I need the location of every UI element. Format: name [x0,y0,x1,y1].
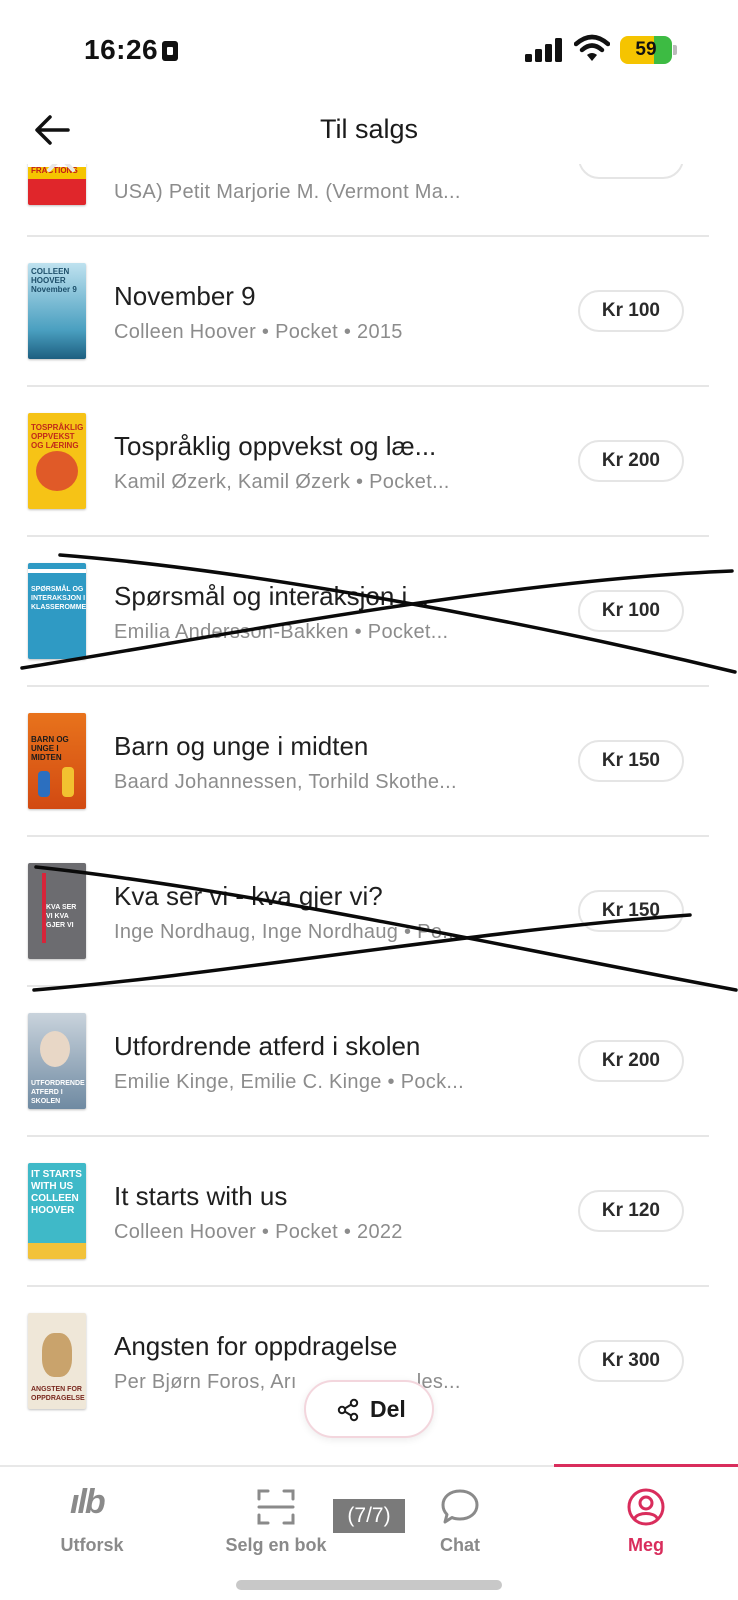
bottom-nav: ılb Utforsk Selg en bok Chat Meg (7/7) [0,1464,738,1600]
book-cover: KVA SER VI KVA GJER VI [28,863,86,959]
book-title: Angsten for oppdragelse [114,1331,398,1361]
page-header: Til salgs [0,100,738,164]
status-time-text: 16:26 [84,34,159,65]
cellular-signal-icon [525,38,562,62]
book-cover: COLLEEN HOOVER November 9 [28,263,86,359]
book-cover: SPØRSMÅL OG INTERAKSJON I KLASSEROMMET [28,563,86,659]
list-item[interactable]: UTFORDRENDE ATFERD I SKOLEN Utfordrende … [0,987,738,1140]
status-time: 16:26 [84,34,179,66]
cover-text: BARN OG UNGE I MIDTEN [31,735,69,762]
battery-nub [673,45,677,55]
price-badge[interactable]: Kr 200 [577,1040,684,1082]
list-item[interactable]: COLLEEN HOOVER November 9 November 9 Col… [0,237,738,390]
page-counter: (7/7) [333,1499,405,1533]
nav-label: Chat [440,1535,480,1555]
list-item[interactable]: SPØRSMÅL OG INTERAKSJON I KLASSEROMMET S… [0,537,738,690]
cover-text: KVA SER VI KVA GJER VI [46,904,77,929]
book-title: Spørsmål og interaksjon i... [114,581,430,611]
cover-text: TOSPRÅKLIG OPPVEKST OG LÆRING [31,423,84,450]
list-item[interactable]: KVA SER VI KVA GJER VI Kva ser vi - kva … [0,837,738,990]
book-title: November 9 [114,281,256,311]
book-cover: TOSPRÅKLIG OPPVEKST OG LÆRING [28,413,86,509]
book-title: Utfordrende atferd i skolen [114,1031,421,1061]
cover-text: UTFORDRENDE ATFERD I SKOLEN [31,1080,85,1105]
book-meta: Inge Nordhaug, Inge Nordhaug • Po... [114,921,460,943]
profile-icon [627,1488,665,1526]
book-cover: UTFORDRENDE ATFERD I SKOLEN [28,1013,86,1109]
book-cover: BARN OG UNGE I MIDTEN [28,713,86,809]
list-item[interactable]: BARN OG UNGE I MIDTEN Barn og unge i mid… [0,687,738,840]
price-badge[interactable]: Kr 100 [577,590,684,632]
nav-label: Utforsk [60,1535,124,1555]
book-meta: Baard Johannessen, Torhild Skothe... [114,771,457,793]
home-indicator[interactable] [236,1580,502,1590]
book-meta: Emilie Kinge, Emilie C. Kinge • Pock... [114,1071,464,1093]
list-item[interactable]: IT STARTS WITH US COLLEEN HOOVER It star… [0,1137,738,1290]
nav-label: Selg en bok [225,1535,327,1555]
cover-text: COLLEEN HOOVER November 9 [31,267,77,294]
book-meta: Emilia Andersson-Bakken • Pocket... [114,621,449,643]
price-badge[interactable]: Kr 150 [577,740,684,782]
status-bar: 16:26 59 [0,0,738,100]
nav-label: Meg [628,1535,664,1555]
list-item[interactable]: TOSPRÅKLIG OPPVEKST OG LÆRING Tospråklig… [0,387,738,540]
cover-text: IT STARTS WITH US COLLEEN HOOVER [31,1169,82,1216]
book-title: It starts with us [114,1181,288,1211]
nav-item-utforsk[interactable]: ılb Utforsk [0,1467,184,1567]
cover-text: SPØRSMÅL OG INTERAKSJON I KLASSEROMMET [31,586,86,611]
book-meta: Colleen Hoover • Pocket • 2022 [114,1221,403,1243]
book-cover: IT STARTS WITH US COLLEEN HOOVER [28,1163,86,1259]
price-badge[interactable]: Kr 100 [577,290,684,332]
book-title: Barn og unge i midten [114,731,369,761]
chat-bubble-icon [441,1489,479,1524]
price-badge[interactable]: Kr 300 [577,1340,684,1382]
scan-icon [257,1489,295,1525]
cover-text: ANGSTEN FOR OPPDRAGELSE [31,1386,85,1402]
nav-item-meg[interactable]: Meg [554,1467,738,1567]
book-meta: Colleen Hoover • Pocket • 2015 [114,321,403,343]
battery-level: 59 [635,39,657,60]
list-item[interactable]: ON FRACTIONS USA) Petit Marjorie M. (Ver… [0,155,738,234]
share-label: Del [370,1396,406,1422]
orientation-lock-icon [162,41,179,61]
price-badge[interactable]: Kr 200 [577,440,684,482]
book-title: Kva ser vi - kva gjer vi? [114,881,383,911]
share-button[interactable]: Del [304,1380,434,1438]
price-badge[interactable]: Kr 150 [577,890,684,932]
book-meta: Kamil Øzerk, Kamil Øzerk • Pocket... [114,471,450,493]
book-meta: USA) Petit Marjorie M. (Vermont Ma... [114,181,461,203]
wifi-icon [574,34,610,61]
brand-logo-icon: ılb [70,1483,106,1521]
book-title: Tospråklig oppvekst og læ... [114,431,437,461]
share-icon [337,1398,359,1422]
book-cover: ANGSTEN FOR OPPDRAGELSE [28,1313,86,1409]
book-list[interactable]: ON FRACTIONS USA) Petit Marjorie M. (Ver… [0,155,738,1465]
battery-indicator: 59 [620,36,672,64]
page-title: Til salgs [319,114,419,144]
price-badge[interactable]: Kr 120 [577,1190,684,1232]
